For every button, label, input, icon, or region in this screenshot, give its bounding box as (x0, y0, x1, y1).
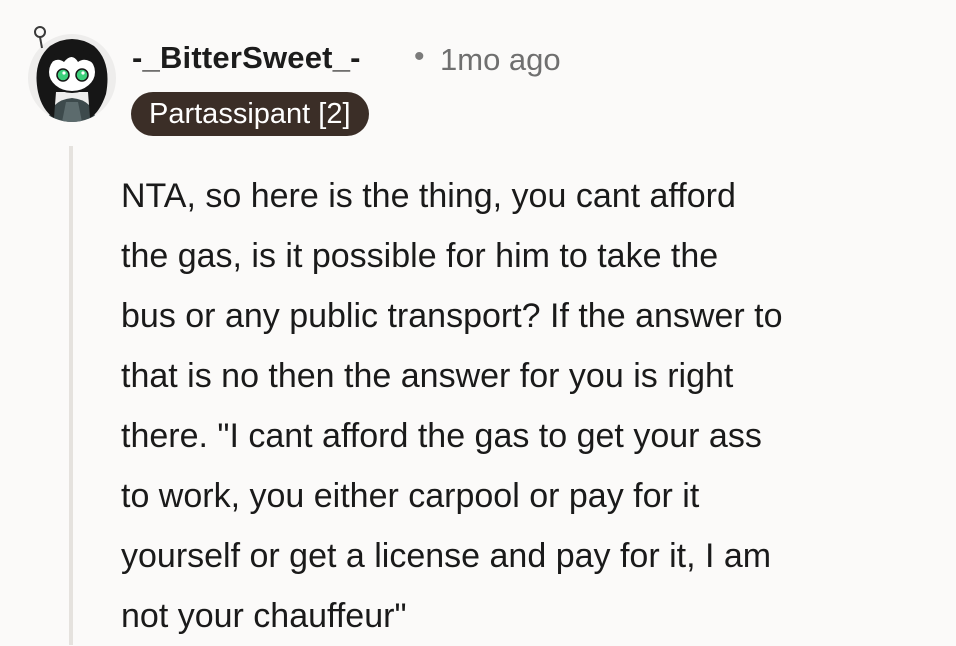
comment-body-line: not your chauffeur" (121, 597, 407, 635)
comment-body-line: the gas, is it possible for him to take … (121, 237, 719, 275)
comment-timestamp[interactable]: 1mo ago (440, 42, 561, 78)
comment-body-line: to work, you either carpool or pay for i… (121, 477, 700, 515)
meta-separator: • (414, 40, 425, 73)
comment: -_BitterSweet_- • 1mo ago Partassipant [… (0, 0, 956, 645)
user-flair-badge: Partassipant [2] (131, 92, 369, 136)
comment-body: NTA, so here is the thing, you cant affo… (121, 166, 951, 646)
comment-body-line: yourself or get a license and pay for it… (121, 537, 772, 575)
comment-body-line: bus or any public transport? If the answ… (121, 297, 783, 335)
avatar-accessory (34, 26, 46, 38)
comment-author[interactable]: -_BitterSweet_- (132, 40, 361, 76)
comment-body-line: NTA, so here is the thing, you cant affo… (121, 177, 736, 215)
comment-body-line: that is no then the answer for you is ri… (121, 357, 734, 395)
comment-body-line: there. "I cant afford the gas to get you… (121, 417, 762, 455)
user-avatar[interactable] (28, 22, 116, 122)
thread-collapse-line[interactable] (69, 146, 73, 645)
